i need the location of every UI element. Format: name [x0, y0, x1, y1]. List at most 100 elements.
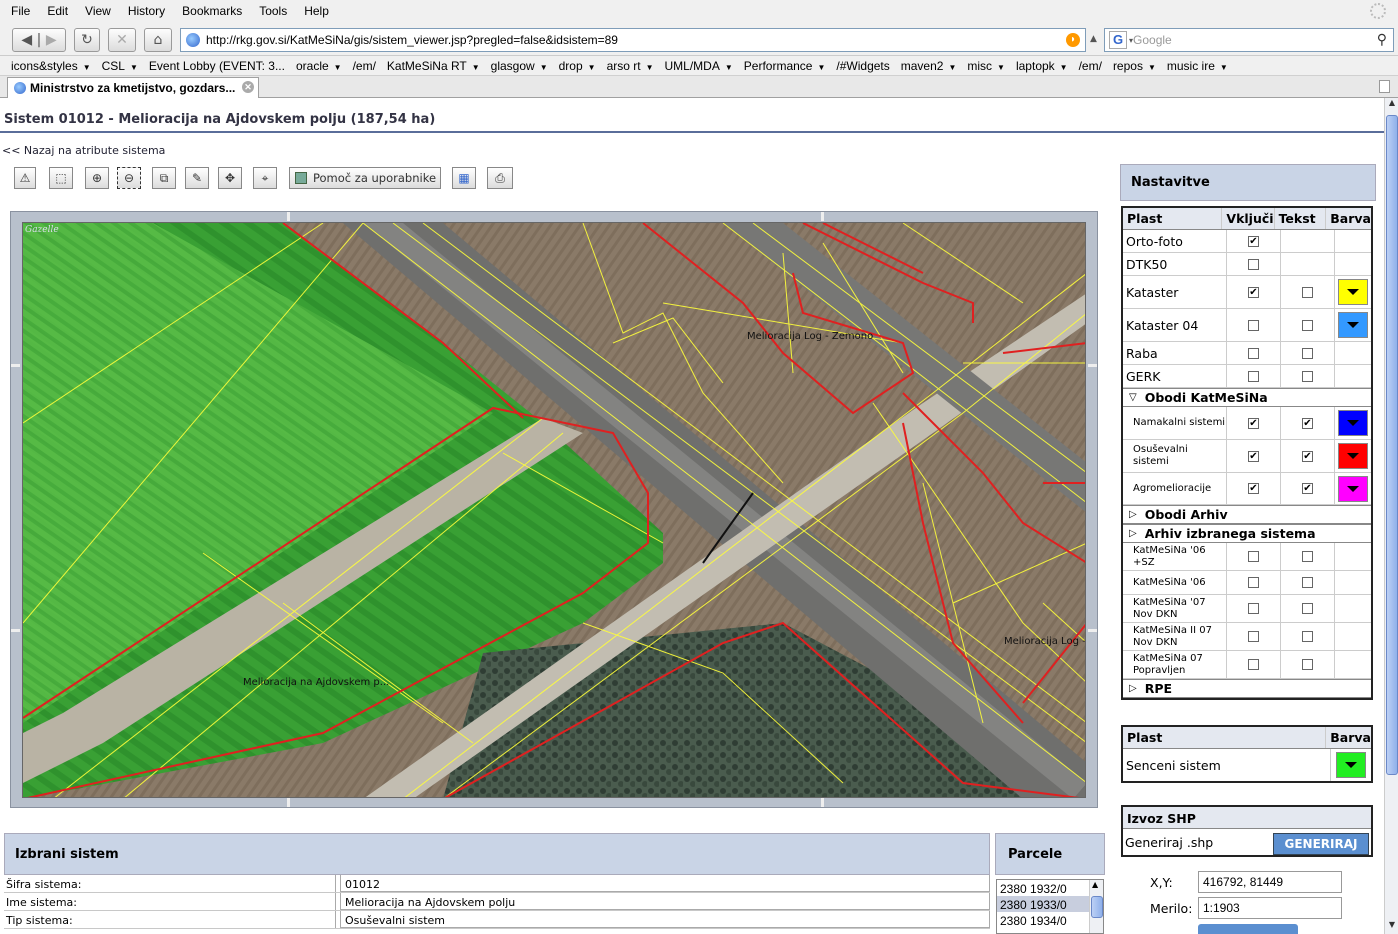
pan-south-handle[interactable] [287, 798, 290, 807]
checkbox[interactable] [1302, 603, 1313, 614]
bookmark-item[interactable]: CSL ▼ [102, 59, 138, 73]
url-text[interactable]: http://rkg.gov.si/KatMeSiNa/gis/sistem_v… [206, 33, 618, 47]
zoom-out-button[interactable]: ⊖ [117, 167, 141, 189]
bookmark-item[interactable]: repos ▼ [1113, 59, 1156, 73]
collapsed-triangle-icon[interactable]: ▷ [1129, 509, 1137, 520]
apply-button[interactable] [1198, 924, 1298, 934]
checkbox[interactable] [1302, 631, 1313, 642]
group-rpe[interactable]: ▷ RPE [1123, 679, 1371, 698]
identify-tool-button[interactable]: ⚠ [14, 167, 36, 189]
pan-south-handle[interactable] [821, 798, 824, 807]
new-tab-icon[interactable] [1379, 80, 1390, 93]
bookmark-label[interactable]: /#Widgets [836, 59, 889, 73]
bookmark-item[interactable]: /em/ [353, 59, 376, 73]
menu-help[interactable]: Help [298, 4, 335, 18]
page-scroll-thumb[interactable] [1386, 115, 1398, 775]
home-button[interactable]: ⌂ [144, 28, 172, 52]
bookmark-dropdown-icon[interactable]: ▼ [334, 63, 342, 72]
expanded-triangle-icon[interactable]: ▷ [1129, 528, 1137, 539]
checkbox[interactable] [1302, 286, 1313, 298]
checkbox[interactable] [1248, 603, 1259, 614]
checkbox[interactable]: ✔ [1248, 450, 1259, 462]
checkbox[interactable]: ✔ [1302, 483, 1313, 494]
checkbox[interactable] [1248, 258, 1259, 270]
bookmark-dropdown-icon[interactable]: ▼ [646, 63, 654, 72]
scroll-up-icon[interactable]: ▲ [1386, 98, 1398, 112]
pan-west-handle[interactable] [11, 629, 20, 632]
bookmark-dropdown-icon[interactable]: ▼ [588, 63, 596, 72]
help-button[interactable]: Pomoč za uporabnike [289, 167, 441, 189]
bookmark-label[interactable]: glasgow [491, 59, 535, 73]
menu-edit[interactable]: Edit [41, 4, 74, 18]
checkbox[interactable] [1248, 551, 1259, 562]
stop-button[interactable]: ✕ [108, 28, 136, 52]
bookmark-dropdown-icon[interactable]: ▼ [83, 63, 91, 72]
menu-history[interactable]: History [122, 4, 171, 18]
checkbox[interactable] [1248, 347, 1259, 359]
address-bar[interactable]: http://rkg.gov.si/KatMeSiNa/gis/sistem_v… [180, 28, 1086, 52]
checkbox[interactable]: ✔ [1302, 450, 1313, 462]
bookmark-label[interactable]: CSL [102, 59, 125, 73]
menu-tools[interactable]: Tools [253, 4, 293, 18]
checkbox[interactable] [1302, 370, 1313, 382]
bookmark-label[interactable]: KatMeSiNa RT [387, 59, 467, 73]
group-obodi-katmesina[interactable]: ▽ Obodi KatMeSiNa [1123, 388, 1371, 407]
bookmark-label[interactable]: laptopk [1016, 59, 1055, 73]
search-box[interactable]: G ▾ Google ⚲ [1104, 28, 1394, 52]
checkbox[interactable]: ✔ [1248, 235, 1259, 247]
bookmark-dropdown-icon[interactable]: ▼ [725, 63, 733, 72]
zoom-box-button[interactable]: ⧉ [152, 167, 176, 189]
scale-field[interactable]: 1:1903 [1198, 897, 1342, 919]
group-obodi-arhiv[interactable]: ▷ Obodi Arhiv [1123, 505, 1371, 524]
forward-arrow-icon[interactable]: ▶ [46, 32, 57, 48]
pan-east-handle[interactable] [1088, 629, 1097, 632]
checkbox[interactable] [1302, 319, 1313, 331]
bookmark-item[interactable]: misc ▼ [967, 59, 1005, 73]
parcel-item-selected[interactable]: 2380 1933/0 [997, 896, 1103, 912]
menu-bookmarks[interactable]: Bookmarks [176, 4, 248, 18]
active-tab[interactable]: Ministrstvo za kmetijstvo, gozdars... ✕ [7, 77, 259, 98]
bookmark-dropdown-icon[interactable]: ▼ [130, 63, 138, 72]
bookmark-label[interactable]: music ire [1167, 59, 1215, 73]
scroll-down-icon[interactable]: ▼ [1386, 920, 1398, 934]
bookmark-item[interactable]: maven2 ▼ [901, 59, 957, 73]
page-scrollbar[interactable]: ▲ ▼ [1384, 98, 1398, 934]
tab-close-icon[interactable]: ✕ [242, 81, 254, 93]
map-canvas[interactable]: Gazelle Melioracija Log - Zemono Meliora… [22, 222, 1086, 798]
bookmark-label[interactable]: Performance [744, 59, 813, 73]
generate-shp-button[interactable]: GENERIRAJ [1273, 833, 1369, 855]
bookmark-item[interactable]: UML/MDA ▼ [665, 59, 733, 73]
bookmark-item[interactable]: Performance ▼ [744, 59, 826, 73]
bookmark-label[interactable]: icons&styles [11, 59, 78, 73]
checkbox[interactable] [1248, 319, 1259, 331]
checkbox[interactable] [1302, 347, 1313, 359]
checkbox[interactable]: ✔ [1248, 286, 1259, 298]
bookmark-item[interactable]: arso rt ▼ [607, 59, 654, 73]
bookmark-dropdown-icon[interactable]: ▼ [817, 63, 825, 72]
color-picker[interactable] [1338, 312, 1368, 338]
bookmark-dropdown-icon[interactable]: ▼ [948, 63, 956, 72]
map-orthophoto[interactable] [23, 223, 1086, 798]
bookmark-item[interactable]: music ire ▼ [1167, 59, 1228, 73]
google-engine-icon[interactable]: G [1109, 31, 1127, 49]
checkbox[interactable]: ✔ [1302, 417, 1313, 429]
zoom-in-button[interactable]: ⊕ [85, 167, 109, 189]
group-arhiv-sistema[interactable]: ▷ Arhiv izbranega sistema [1123, 524, 1371, 543]
bookmark-label[interactable]: UML/MDA [665, 59, 720, 73]
parcels-scrollbar[interactable]: ▲ [1089, 880, 1103, 933]
search-icon[interactable]: ⚲ [1377, 31, 1387, 48]
bookmark-item[interactable]: KatMeSiNa RT ▼ [387, 59, 480, 73]
bookmark-item[interactable]: /em/ [1079, 59, 1102, 73]
color-picker[interactable] [1338, 410, 1368, 436]
url-dropdown-icon[interactable]: ▲ [1090, 34, 1097, 44]
checkbox[interactable] [1248, 577, 1259, 588]
checkbox[interactable]: ✔ [1248, 417, 1259, 429]
bookmark-label[interactable]: /em/ [353, 59, 376, 73]
parcel-item[interactable]: 2380 1934/0 [997, 912, 1103, 928]
bookmark-label[interactable]: oracle [296, 59, 329, 73]
checkbox[interactable] [1302, 551, 1313, 562]
back-to-attributes-link[interactable]: << Nazaj na atribute sistema [2, 144, 165, 157]
checkbox[interactable] [1248, 370, 1259, 382]
color-picker[interactable] [1338, 443, 1368, 469]
bookmark-label[interactable]: misc [967, 59, 992, 73]
